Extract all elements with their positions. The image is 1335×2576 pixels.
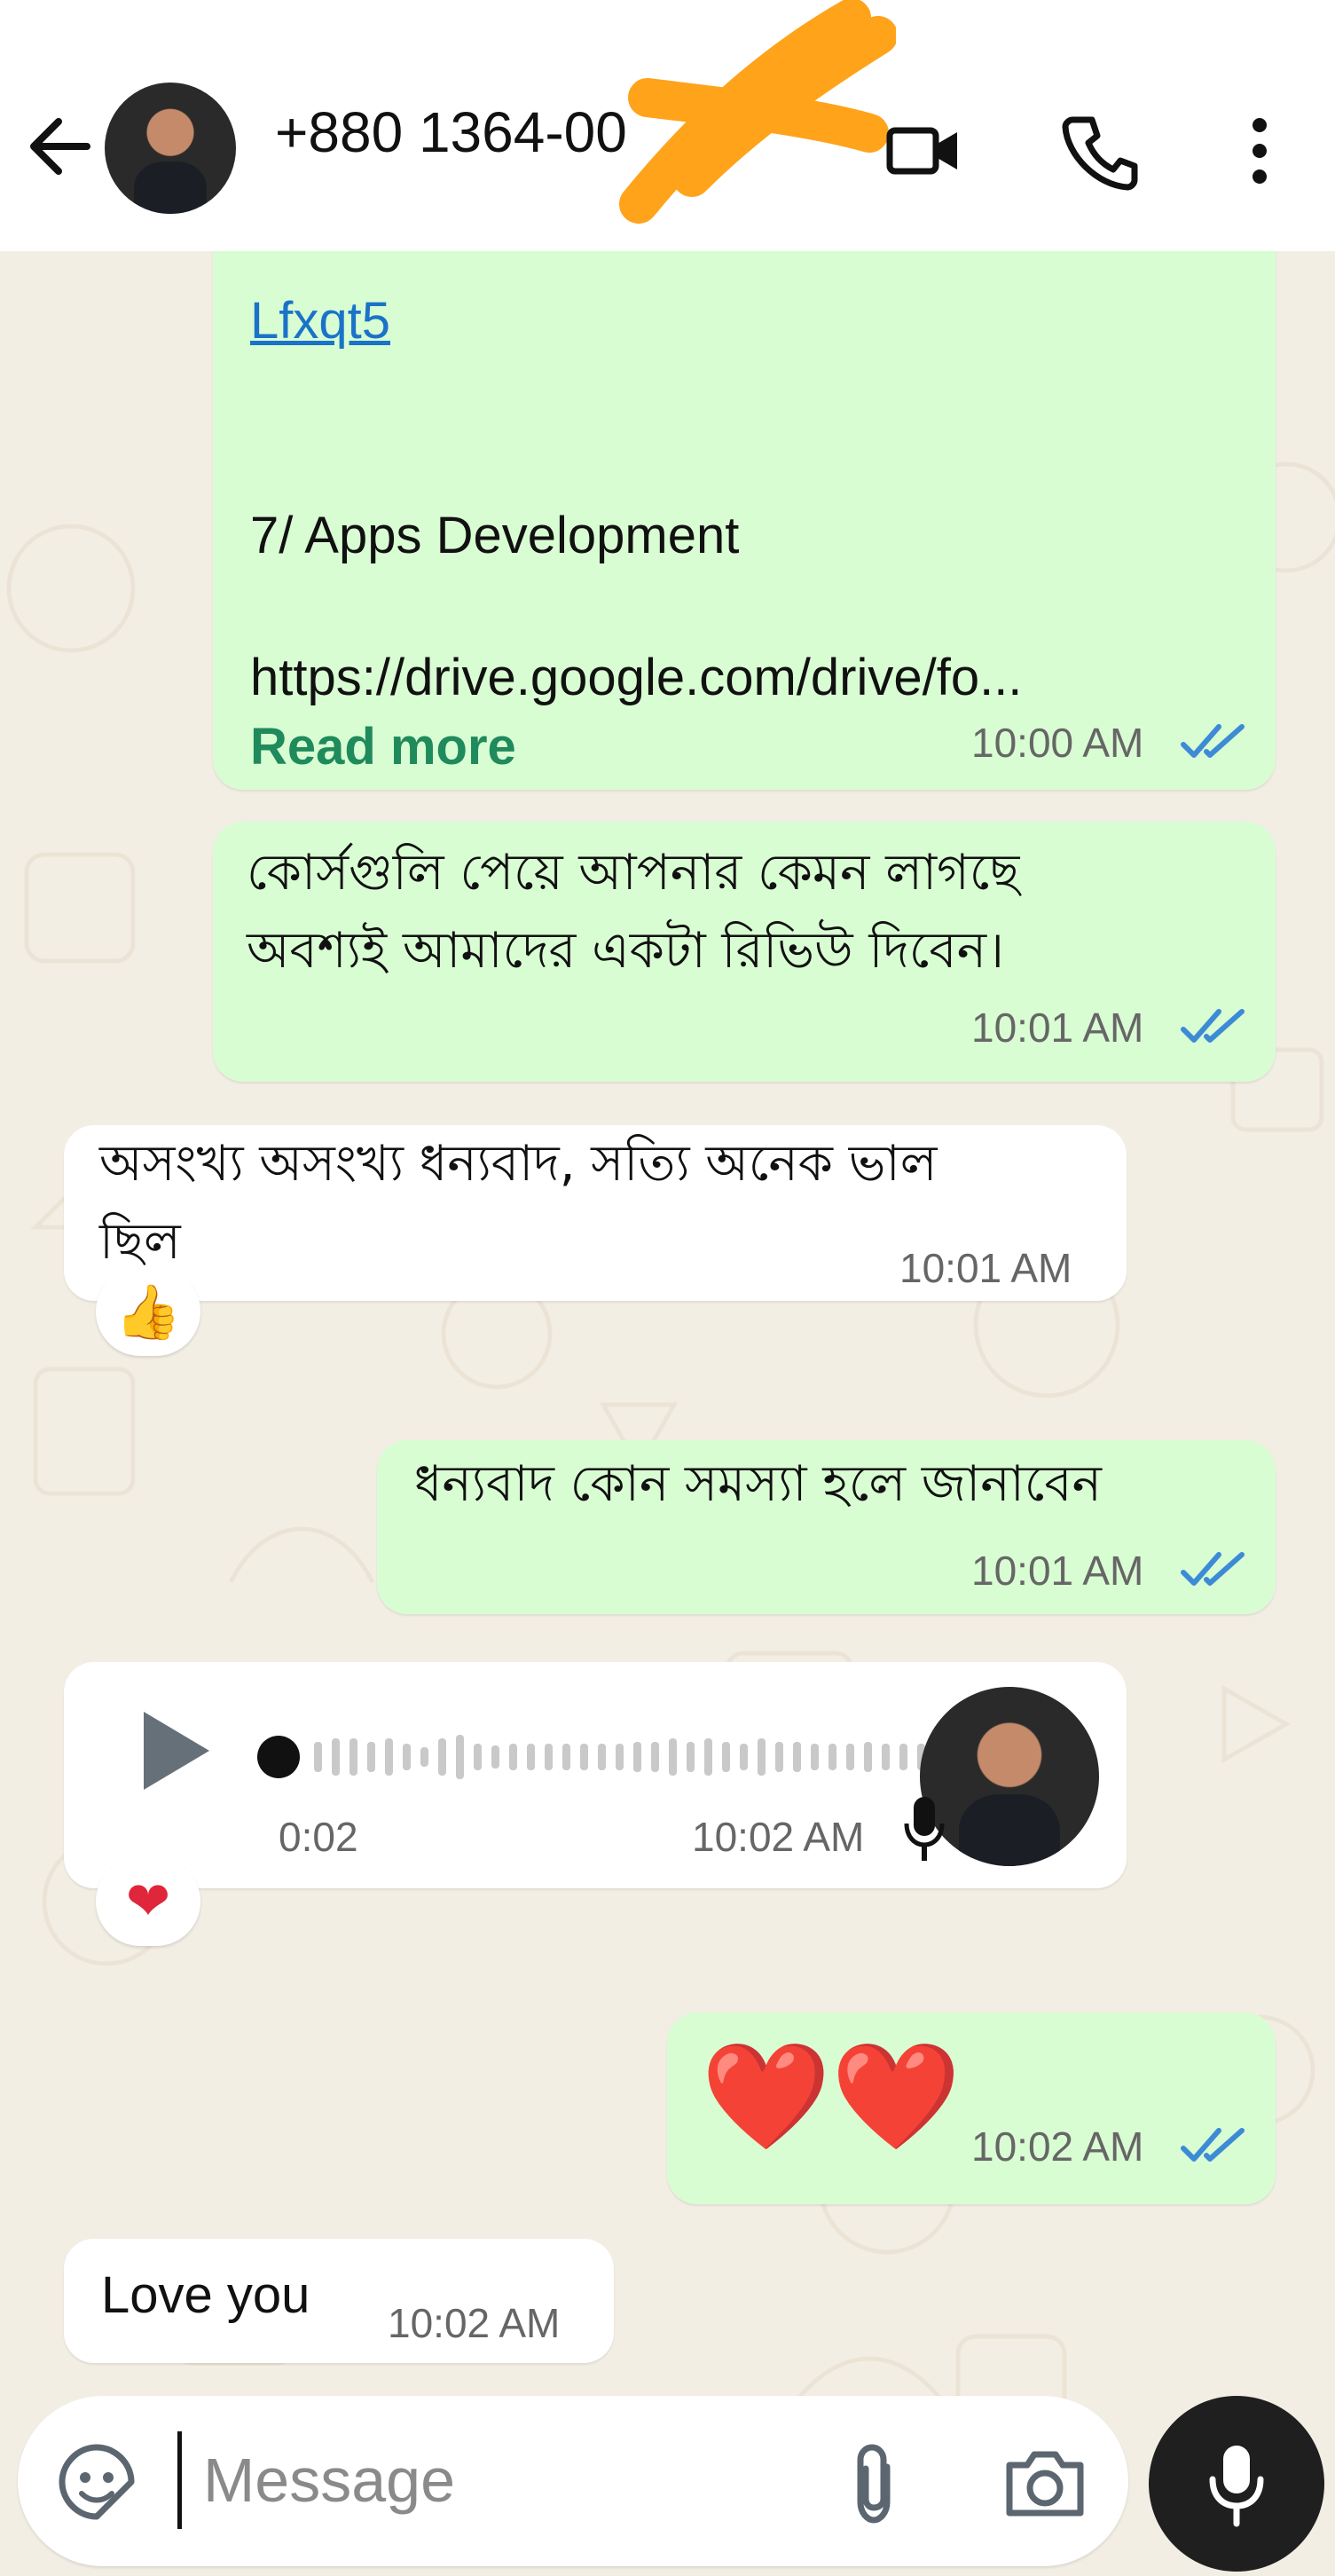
read-more-link[interactable]: Read more <box>250 708 516 786</box>
heart-emoji-message: ❤️❤️ <box>701 2035 962 2157</box>
message-text: Love you <box>101 2266 310 2324</box>
message-bubble-outgoing[interactable]: ধন্যবাদ কোন সমস্যা হলে জানাবেন 10:01 AM <box>377 1440 1276 1614</box>
read-receipt-icon <box>1181 1009 1245 1043</box>
message-input[interactable] <box>177 2431 824 2529</box>
message-text-line: কোর্সগুলি পেয়ে আপনার কেমন লাগছে <box>247 844 1020 902</box>
message-time: 10:02 AM <box>692 1814 865 1860</box>
message-text-line: অসংখ্য অসংখ্য ধন্যবাদ, সত্যি অনেক ভাল <box>99 1135 938 1193</box>
message-time: 10:00 AM <box>971 720 1144 766</box>
attach-icon[interactable] <box>834 2440 914 2525</box>
message-heading: 7/ Apps Development <box>250 507 740 564</box>
message-time: 10:01 AM <box>971 1548 1144 1594</box>
message-bubble-incoming[interactable]: Love you 10:02 AM <box>64 2239 614 2363</box>
microphone-icon <box>899 1793 949 1864</box>
play-icon[interactable] <box>135 1706 215 1795</box>
voice-record-button[interactable] <box>1149 2396 1324 2572</box>
back-arrow-icon[interactable] <box>25 111 96 182</box>
voice-waveform[interactable] <box>250 1726 942 1788</box>
message-bubble-outgoing[interactable]: ❤️❤️ 10:02 AM <box>667 2013 1276 2204</box>
voice-message-bubble[interactable]: 0:02 10:02 AM <box>64 1662 1127 1888</box>
message-bubble-incoming[interactable]: অসংখ্য অসংখ্য ধন্যবাদ, সত্যি অনেক ভাল ছি… <box>64 1125 1127 1301</box>
message-time: 10:02 AM <box>388 2300 561 2346</box>
more-vertical-icon[interactable] <box>1220 111 1300 191</box>
voice-call-icon[interactable] <box>1060 111 1140 191</box>
read-receipt-icon <box>1181 724 1245 758</box>
sticker-icon[interactable] <box>57 2442 137 2522</box>
read-receipt-icon <box>1181 1552 1245 1586</box>
message-bubble-outgoing[interactable]: কোর্সগুলি পেয়ে আপনার কেমন লাগছে অবশ্যই … <box>213 822 1276 1082</box>
message-text-line: অবশ্যই আমাদের একটা রিভিউ দিবেন। <box>247 922 1005 980</box>
message-time: 10:02 AM <box>971 2123 1144 2170</box>
redaction-scribble <box>619 0 896 224</box>
message-time: 10:01 AM <box>971 1004 1144 1051</box>
message-link[interactable]: Lfxqt5 <box>250 282 390 360</box>
voice-duration: 0:02 <box>279 1814 358 1860</box>
reaction-thumbs-up[interactable]: 👍 <box>96 1267 200 1356</box>
camera-icon[interactable] <box>1002 2442 1088 2522</box>
microphone-icon <box>1209 2446 1264 2527</box>
message-composer <box>18 2396 1128 2566</box>
contact-name[interactable]: +880 1364-00 <box>275 99 627 165</box>
reaction-heart[interactable]: ❤ <box>96 1857 200 1946</box>
message-text: ধন্যবাদ কোন সমস্যা হলে জানাবেন <box>414 1455 1102 1513</box>
message-bubble-outgoing[interactable]: Lfxqt5 7/ Apps Development https://drive… <box>213 251 1276 790</box>
reaction-heart-emoji: ❤ <box>125 1871 171 1933</box>
chat-header: +880 1364-00 <box>0 0 1335 251</box>
read-receipt-icon <box>1181 2128 1245 2162</box>
chat-area[interactable]: Lfxqt5 7/ Apps Development https://drive… <box>0 251 1335 2576</box>
contact-avatar[interactable] <box>105 83 236 214</box>
message-url-text: https://drive.google.com/drive/fo... <box>250 649 1023 706</box>
video-call-icon[interactable] <box>883 111 962 191</box>
message-time: 10:01 AM <box>899 1245 1072 1291</box>
